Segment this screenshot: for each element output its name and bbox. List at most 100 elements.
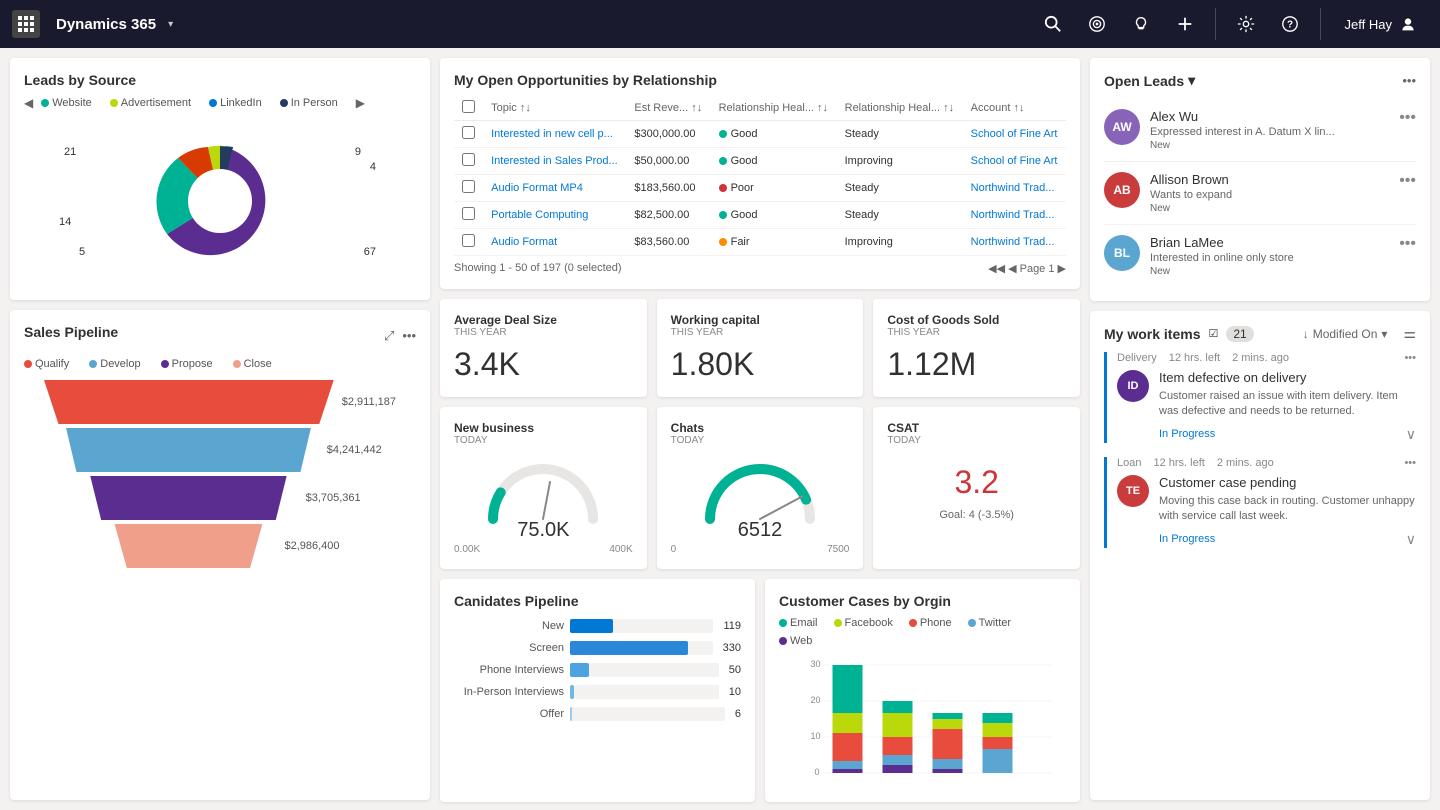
bar-track-new — [570, 619, 713, 633]
help-icon[interactable]: ? — [1272, 6, 1308, 42]
pipeline-title: Sales Pipeline — [24, 324, 118, 340]
funnel-qualify — [44, 380, 334, 424]
row-checkbox[interactable] — [462, 180, 475, 193]
kpi-row-2: New business TODAY 75.0K 0.00K 400K Chat… — [440, 407, 1080, 569]
search-icon[interactable] — [1035, 6, 1071, 42]
plus-icon[interactable] — [1167, 6, 1203, 42]
pipeline-expand-icon[interactable]: ⤢ — [384, 328, 394, 344]
work-desc-1: Customer raised an issue with item deliv… — [1159, 389, 1416, 420]
right-column: Open Leads ▾ ••• AW Alex Wu Expressed in… — [1090, 58, 1430, 800]
lead-desc-brian: Interested in online only store — [1150, 252, 1389, 264]
kpi-row-1: Average Deal Size THIS YEAR 3.4K Working… — [440, 299, 1080, 397]
label-9: 9 — [355, 146, 361, 158]
col-health1[interactable]: Relationship Heal... ↑↓ — [711, 96, 837, 121]
main-content: Leads by Source ◀ Website Advertisement … — [0, 48, 1440, 810]
work-avatar-1: ID — [1117, 370, 1149, 402]
csat-label: CSAT — [887, 421, 1066, 435]
work-time-2: 12 hrs. left — [1153, 457, 1204, 469]
settings-icon[interactable] — [1228, 6, 1264, 42]
target-icon[interactable] — [1079, 6, 1115, 42]
work-category-1: Delivery — [1117, 352, 1157, 364]
lead-avatar-alex: AW — [1104, 109, 1140, 145]
revenue: $83,560.00 — [626, 229, 710, 256]
open-leads-more[interactable]: ••• — [1402, 73, 1416, 88]
col-account[interactable]: Account ↑↓ — [963, 96, 1066, 121]
funnel-develop — [58, 428, 318, 472]
work-status-1: In Progress — [1159, 428, 1215, 440]
health2: Improving — [837, 148, 963, 175]
col-health2[interactable]: Relationship Heal... ↑↓ — [837, 96, 963, 121]
legend-develop: Develop — [89, 358, 140, 370]
lead-more-brian[interactable]: ••• — [1399, 235, 1416, 253]
chats-sublabel: TODAY — [671, 435, 850, 446]
opportunities-table: Topic ↑↓ Est Reve... ↑↓ Relationship Hea… — [454, 96, 1066, 256]
kpi-label-1: Working capital — [671, 313, 850, 327]
kpi-label-0: Average Deal Size — [454, 313, 633, 327]
bar-label-screen: Screen — [454, 642, 564, 654]
next-arrow[interactable]: ▶ — [356, 96, 365, 110]
account: Northwind Trad... — [963, 175, 1066, 202]
bar-fill-inperson — [570, 685, 574, 699]
col-checkbox[interactable] — [454, 96, 483, 121]
work-filter-icon[interactable]: ⚌ — [1403, 325, 1416, 342]
legend-close: Close — [233, 358, 272, 370]
new-biz-sublabel: TODAY — [454, 435, 633, 446]
csat-value: 3.2 — [887, 464, 1066, 501]
app-title: Dynamics 365 — [56, 16, 156, 33]
work-item-body-1: ID Item defective on delivery Customer r… — [1117, 370, 1416, 443]
account: Northwind Trad... — [963, 229, 1066, 256]
work-item-1-more[interactable]: ••• — [1404, 352, 1416, 364]
col-revenue[interactable]: Est Reve... ↑↓ — [626, 96, 710, 121]
topic-link[interactable]: Audio Format MP4 — [491, 182, 583, 194]
nav-divider — [1215, 8, 1216, 40]
new-biz-gauge — [478, 454, 608, 529]
customer-cases-card: Customer Cases by Orgin Email Facebook P… — [765, 579, 1080, 802]
bar-fill-screen — [570, 641, 688, 655]
close-value: $2,986,400 — [284, 540, 339, 552]
prev-arrow[interactable]: ◀ — [24, 96, 33, 110]
row-checkbox[interactable] — [462, 234, 475, 247]
kpi-sublabel-2: THIS YEAR — [887, 327, 1066, 338]
row-checkbox[interactable] — [462, 153, 475, 166]
lightbulb-icon[interactable] — [1123, 6, 1159, 42]
work-content-2: Customer case pending Moving this case b… — [1159, 475, 1416, 548]
chats-gauge-labels: 0 7500 — [671, 544, 850, 555]
table-row: Audio Format MP4 $183,560.00 Poor Steady… — [454, 175, 1066, 202]
cases-legend: Email Facebook Phone Twitter Web — [779, 617, 1066, 647]
lead-item-brian: BL Brian LaMee Interested in online only… — [1104, 225, 1416, 287]
bar-screen: Screen 330 — [454, 641, 741, 655]
topic-link[interactable]: Interested in Sales Prod... — [491, 155, 618, 167]
user-menu[interactable]: Jeff Hay — [1333, 16, 1428, 32]
label-4: 4 — [370, 161, 376, 173]
work-expand-1[interactable]: ∨ — [1406, 426, 1416, 443]
row-checkbox[interactable] — [462, 126, 475, 139]
col-topic[interactable]: Topic ↑↓ — [483, 96, 626, 121]
cases-title: Customer Cases by Orgin — [779, 593, 1066, 609]
donut-chart — [120, 116, 320, 286]
row-checkbox[interactable] — [462, 207, 475, 220]
legend-qualify: Qualify — [24, 358, 69, 370]
topic-link[interactable]: Portable Computing — [491, 209, 588, 221]
bottom-row: Canidates Pipeline New 119 Screen — [440, 579, 1080, 802]
apps-button[interactable] — [12, 10, 40, 38]
chats-label: Chats — [671, 421, 850, 435]
lead-more-allison[interactable]: ••• — [1399, 172, 1416, 190]
pipeline-more-icon[interactable]: ••• — [402, 328, 416, 344]
topic-link[interactable]: Interested in new cell p... — [491, 128, 613, 140]
work-expand-2[interactable]: ∨ — [1406, 531, 1416, 548]
bar-new: New 119 — [454, 619, 741, 633]
bar-track-offer — [570, 707, 725, 721]
lead-more-alex[interactable]: ••• — [1399, 109, 1416, 127]
legend-web: Web — [779, 635, 812, 647]
work-sort-button[interactable]: ↓ Modified On ▾ — [1303, 327, 1388, 341]
select-all[interactable] — [462, 100, 475, 113]
candidates-bars: New 119 Screen 330 Phone I — [454, 619, 741, 721]
open-leads-chevron[interactable]: ▾ — [1188, 72, 1195, 89]
leads-by-source-card: Leads by Source ◀ Website Advertisement … — [10, 58, 430, 300]
work-item-2-more[interactable]: ••• — [1404, 457, 1416, 469]
revenue: $50,000.00 — [626, 148, 710, 175]
chats-card: Chats TODAY 6512 0 7500 — [657, 407, 864, 569]
avg-deal-size-card: Average Deal Size THIS YEAR 3.4K — [440, 299, 647, 397]
topic-link[interactable]: Audio Format — [491, 236, 557, 248]
table-row: Interested in Sales Prod... $50,000.00 G… — [454, 148, 1066, 175]
